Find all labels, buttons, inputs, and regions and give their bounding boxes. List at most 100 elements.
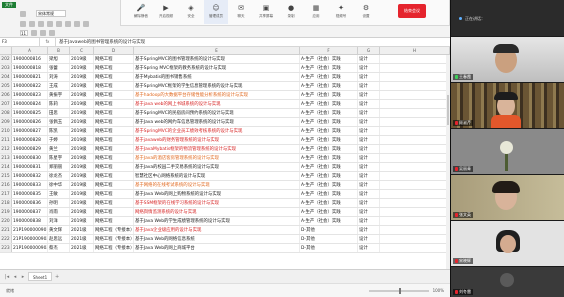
major-cell[interactable]: 网络工程 — [94, 64, 134, 72]
prev-sheet-icon[interactable]: ◂ — [12, 274, 18, 280]
student-id-cell[interactable]: 1900000828 — [12, 136, 48, 144]
student-name-cell[interactable]: 刘涛 — [48, 73, 70, 81]
table-row[interactable]: 202 1900000816 梁旭 2019级 网络工程 基于SpringMVC的图书管理… — [0, 55, 450, 64]
major-cell[interactable]: 网络工程 — [94, 55, 134, 63]
student-id-cell[interactable]: 1900000838 — [12, 217, 48, 225]
table-row[interactable]: 221 21P1900000901 黄文辉 2021级 网络工程（专接本） 基于Java企… — [0, 226, 450, 235]
student-name-cell[interactable]: 刘洋 — [48, 217, 70, 225]
row-number[interactable]: 212 — [0, 145, 12, 153]
participant-tile[interactable]: 张文英 — [451, 174, 564, 220]
topic-type-cell[interactable]: 设计 — [358, 226, 380, 234]
topic-type-cell[interactable]: 设计 — [358, 172, 380, 180]
row-number[interactable]: 213 — [0, 154, 12, 162]
thesis-title-cell[interactable]: 基于SpringMVC的图书管理系统的设计与实现 — [134, 55, 300, 63]
student-name-cell[interactable]: 王成 — [48, 82, 70, 90]
align-right-icon[interactable] — [49, 30, 55, 36]
student-name-cell[interactable]: 陈莉 — [48, 100, 70, 108]
grade-cell[interactable]: 2019级 — [70, 73, 94, 81]
row-number[interactable]: 219 — [0, 208, 12, 216]
topic-source-cell[interactable]: D-其他 — [300, 226, 358, 234]
student-name-cell[interactable]: 徐中华 — [48, 181, 70, 189]
major-cell[interactable]: 网络工程 — [94, 199, 134, 207]
empty-cell[interactable] — [380, 190, 450, 198]
row-number[interactable]: 209 — [0, 118, 12, 126]
thesis-title-cell[interactable]: 基于Java web的网约车信息管理系统的设计与实现 — [134, 118, 300, 126]
zoom-level[interactable]: 100% — [433, 288, 444, 293]
table-row[interactable]: 211 1900000828 于婷 2019级 网络工程 基于javaweb的财务管理系统… — [0, 136, 450, 145]
major-cell[interactable]: 网络工程 — [94, 217, 134, 225]
align-center-icon[interactable] — [40, 30, 46, 36]
table-row[interactable]: 203 1900000818 张蕾 2019级 网络工程 基于Spring MVC框架的教… — [0, 64, 450, 73]
student-name-cell[interactable]: 张佩玉 — [48, 118, 70, 126]
empty-cell[interactable] — [380, 163, 450, 171]
row-number[interactable]: 217 — [0, 190, 12, 198]
student-id-cell[interactable]: 1900000830 — [12, 154, 48, 162]
thesis-title-cell[interactable]: 基于JavaMybatis框架的物流管理系统的设计与实现 — [134, 145, 300, 153]
student-name-cell[interactable]: 张蕾 — [48, 64, 70, 72]
empty-cell[interactable] — [380, 100, 450, 108]
grade-cell[interactable]: 2019级 — [70, 127, 94, 135]
unmute-button[interactable]: 🎤 解除静音 — [129, 0, 153, 24]
table-row[interactable]: 212 1900000829 黄兰 2019级 网络工程 基于JavaMybatis框架的… — [0, 145, 450, 154]
font-color-icon[interactable] — [83, 21, 89, 27]
empty-cell[interactable] — [380, 172, 450, 180]
row-number[interactable]: 221 — [0, 226, 12, 234]
student-id-cell[interactable]: 1900000835 — [12, 190, 48, 198]
grade-cell[interactable]: 2021级 — [70, 226, 94, 234]
grade-cell[interactable]: 2021级 — [70, 244, 94, 252]
empty-cell[interactable] — [380, 217, 450, 225]
student-name-cell[interactable]: 徐龙杰 — [48, 172, 70, 180]
fx-icon[interactable]: fx — [40, 38, 56, 46]
manage-members-button[interactable]: ☺ 管理成员 — [204, 0, 228, 24]
topic-type-cell[interactable]: 设计 — [358, 91, 380, 99]
student-name-cell[interactable]: 黄文辉 — [48, 226, 70, 234]
topic-source-cell[interactable]: A-生产（社会）实践 — [300, 118, 358, 126]
student-name-cell[interactable]: 于婷 — [48, 136, 70, 144]
thesis-title-cell[interactable]: 基于SpringMVC框架的学生信息管理系统的设计与实现 — [134, 82, 300, 90]
topic-source-cell[interactable]: D-其他 — [300, 244, 358, 252]
table-row[interactable]: 210 1900000827 陈凯 2019级 网络工程 基于SpringMVC的企业员工… — [0, 127, 450, 136]
empty-cell[interactable] — [380, 154, 450, 162]
student-id-cell[interactable]: 1900000818 — [12, 64, 48, 72]
topic-type-cell[interactable]: 设计 — [358, 109, 380, 117]
student-id-cell[interactable]: 1900000836 — [12, 199, 48, 207]
align-left-icon[interactable] — [31, 30, 37, 36]
row-number[interactable]: 202 — [0, 55, 12, 63]
thesis-title-cell[interactable]: 基于Spring MVC框架的教务系统的设计与实现 — [134, 64, 300, 72]
thesis-title-cell[interactable]: 基于Java企业级应用的设计与实现 — [134, 226, 300, 234]
topic-source-cell[interactable]: A-生产（社会）实践 — [300, 172, 358, 180]
student-id-cell[interactable]: 1900000825 — [12, 109, 48, 117]
topic-source-cell[interactable]: A-生产（社会）实践 — [300, 199, 358, 207]
student-name-cell[interactable]: 黄振宇 — [48, 91, 70, 99]
apps-button[interactable]: ▦ 应用 — [304, 0, 328, 24]
thesis-title-cell[interactable]: 基于Java Web的网上购物系统的设计与实现 — [134, 190, 300, 198]
thesis-title-cell[interactable]: 基于Java Web的网上商城平台 — [134, 244, 300, 252]
grade-cell[interactable]: 2019级 — [70, 190, 94, 198]
row-number[interactable]: 206 — [0, 91, 12, 99]
topic-type-cell[interactable]: 设计 — [358, 199, 380, 207]
participant-tile[interactable]: 宋晓辉 — [451, 220, 564, 266]
student-id-cell[interactable]: 1900000833 — [12, 181, 48, 189]
underline-icon[interactable] — [56, 21, 62, 27]
student-name-cell[interactable]: 孙明 — [48, 199, 70, 207]
empty-cell[interactable] — [380, 235, 450, 243]
topic-type-cell[interactable]: 设计 — [358, 127, 380, 135]
student-id-cell[interactable]: 1900000826 — [12, 118, 48, 126]
student-id-cell[interactable]: 1900000829 — [12, 145, 48, 153]
cut-icon[interactable] — [20, 21, 26, 27]
column-g-header[interactable]: G — [358, 47, 380, 55]
column-h-header[interactable]: H — [380, 47, 450, 55]
major-cell[interactable]: 网络工程 — [94, 118, 134, 126]
empty-cell[interactable] — [380, 55, 450, 63]
thesis-title-cell[interactable]: 基于javaweb的财务管理系统的设计与实现 — [134, 136, 300, 144]
topic-source-cell[interactable]: A-生产（社会）实践 — [300, 136, 358, 144]
topic-type-cell[interactable]: 设计 — [358, 163, 380, 171]
grade-cell[interactable]: 2019级 — [70, 154, 94, 162]
major-cell[interactable]: 网络工程（专接本） — [94, 226, 134, 234]
topic-type-cell[interactable]: 设计 — [358, 100, 380, 108]
column-c-header[interactable]: C — [70, 47, 94, 55]
row-number[interactable]: 211 — [0, 136, 12, 144]
grade-cell[interactable]: 2019级 — [70, 109, 94, 117]
table-row[interactable]: 216 1900000833 徐中华 2019级 网络工程 基于网络的在线考试系统的设计与… — [0, 181, 450, 190]
row-number[interactable]: 216 — [0, 181, 12, 189]
